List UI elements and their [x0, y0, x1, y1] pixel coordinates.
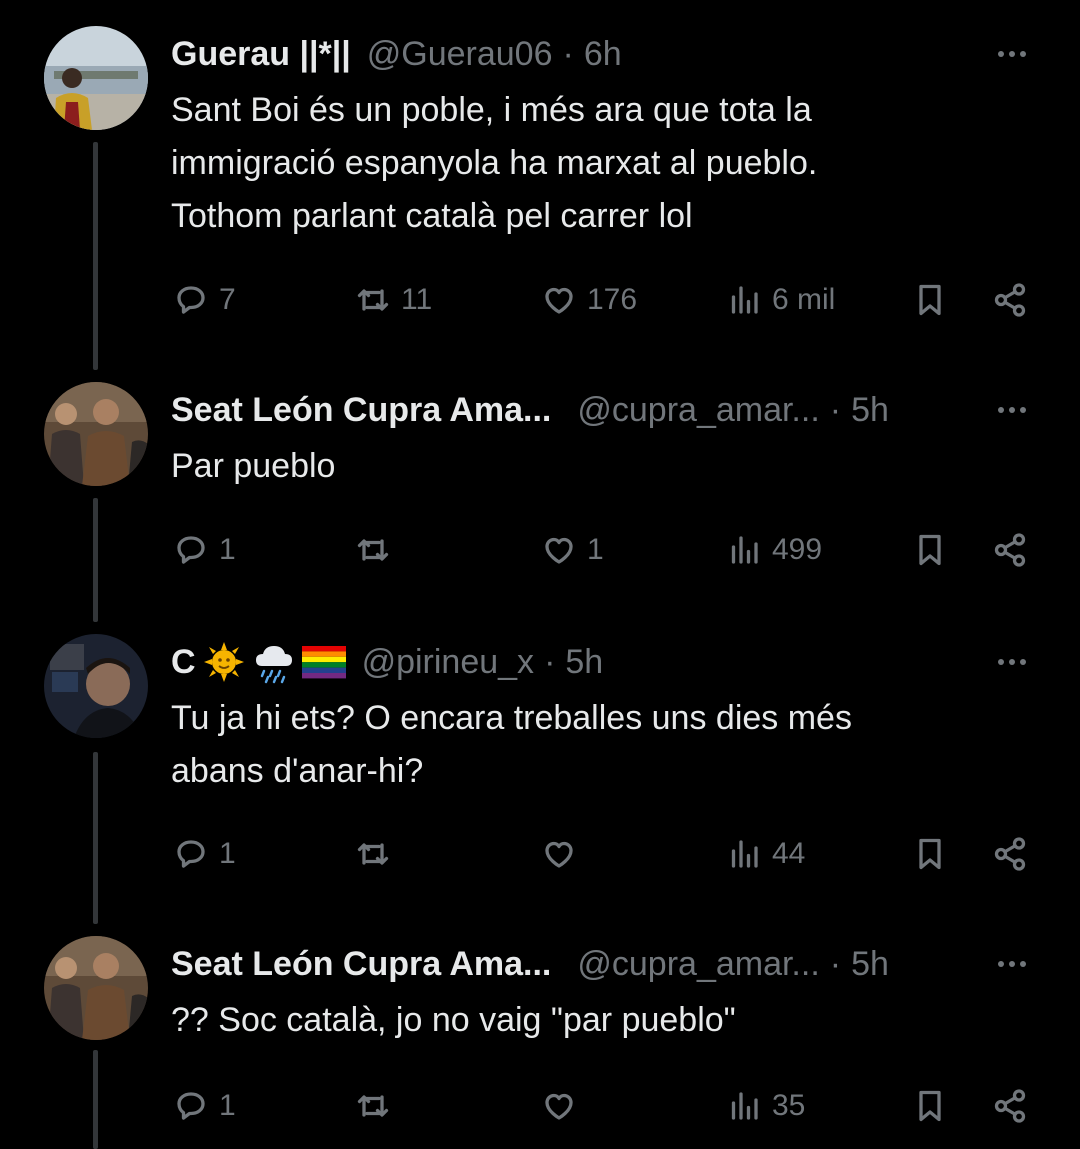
more-options-icon[interactable] — [990, 640, 1034, 684]
bookmark-icon — [919, 534, 941, 566]
bookmark-button[interactable] — [912, 1076, 948, 1136]
repost-button[interactable] — [355, 1076, 401, 1136]
repost-icon — [357, 539, 389, 561]
separator-dot: · — [829, 391, 842, 429]
views-button[interactable]: 35 — [726, 1076, 805, 1136]
action-bar: 7 11 176 6 mil — [0, 270, 1080, 330]
repost-count: 11 — [401, 283, 433, 316]
repost-icon — [357, 843, 389, 865]
tweet-text: Tu ja hi ets? O encara treballes uns die… — [171, 699, 852, 790]
like-button[interactable] — [541, 824, 587, 884]
display-name[interactable]: Seat León Cupra Ama... — [171, 944, 551, 984]
tweet-header: Seat León Cupra Ama... @cupra_amar... · … — [171, 936, 971, 992]
timestamp[interactable]: 5h — [565, 642, 603, 682]
thread-line — [93, 142, 98, 370]
repost-button[interactable] — [355, 520, 401, 580]
like-count: 176 — [587, 283, 638, 316]
views-button[interactable]: 499 — [726, 520, 822, 580]
heart-icon — [545, 1093, 573, 1120]
reply-count: 1 — [219, 533, 236, 566]
views-button[interactable]: 44 — [726, 824, 805, 884]
action-bar: 1 35 — [0, 1076, 1080, 1136]
view-count: 6 mil — [772, 283, 836, 316]
like-button[interactable] — [541, 1076, 587, 1136]
tweet-header: C @pirineu_x · 5h — [171, 634, 971, 690]
like-button[interactable]: 176 — [541, 270, 637, 330]
reply-count: 7 — [219, 283, 236, 316]
tweet-text: Par pueblo — [171, 447, 336, 485]
reply-button[interactable]: 1 — [173, 520, 236, 580]
share-icon — [994, 837, 1026, 871]
display-name[interactable]: C — [171, 642, 196, 682]
like-count: 1 — [587, 533, 604, 566]
display-name[interactable]: Guerau ||*|| — [171, 34, 351, 74]
analytics-icon — [731, 286, 758, 314]
heart-icon — [545, 841, 573, 868]
view-count: 35 — [772, 1089, 806, 1122]
more-options-icon[interactable] — [990, 942, 1034, 986]
repost-button[interactable] — [355, 824, 401, 884]
user-handle[interactable]: @cupra_amar... — [577, 944, 819, 984]
user-handle[interactable]: @pirineu_x — [362, 642, 535, 682]
repost-icon — [357, 289, 389, 311]
more-options-icon[interactable] — [990, 388, 1034, 432]
share-button[interactable] — [992, 1076, 1028, 1136]
timestamp[interactable]: 6h — [584, 34, 622, 74]
rainbow-flag-icon — [301, 646, 346, 679]
heart-icon — [545, 287, 573, 314]
avatar[interactable] — [44, 26, 148, 130]
bookmark-button[interactable] — [912, 270, 948, 330]
bookmark-icon — [919, 838, 941, 870]
tweet-text: Sant Boi és un poble, i més ara que tota… — [171, 91, 818, 235]
analytics-icon — [731, 840, 758, 868]
sun-with-face-icon — [203, 642, 244, 682]
share-icon — [994, 533, 1026, 567]
tweet-header: Seat León Cupra Ama... @cupra_amar... · … — [171, 382, 971, 438]
reply-count: 1 — [219, 1089, 236, 1122]
avatar[interactable] — [44, 382, 148, 486]
reply-icon — [177, 286, 205, 314]
analytics-icon — [731, 536, 758, 564]
view-count: 44 — [772, 837, 806, 870]
action-bar: 1 44 — [0, 824, 1080, 884]
views-button[interactable]: 6 mil — [726, 270, 835, 330]
tweet-text: ?? Soc català, jo no vaig "par pueblo" — [171, 1001, 736, 1039]
reply-button[interactable]: 7 — [173, 270, 236, 330]
heart-icon — [545, 537, 573, 564]
avatar[interactable] — [44, 936, 148, 1040]
bookmark-icon — [919, 284, 941, 316]
reply-button[interactable]: 1 — [173, 1076, 236, 1136]
like-button[interactable]: 1 — [541, 520, 604, 580]
view-count: 499 — [772, 533, 823, 566]
share-icon — [994, 1089, 1026, 1123]
bookmark-icon — [919, 1090, 941, 1122]
more-options-icon[interactable] — [990, 32, 1034, 76]
reply-count: 1 — [219, 837, 236, 870]
analytics-icon — [731, 1092, 758, 1120]
bookmark-button[interactable] — [912, 824, 948, 884]
reply-icon — [177, 536, 205, 564]
repost-icon — [357, 1095, 389, 1117]
action-bar: 1 1 499 — [0, 520, 1080, 580]
user-handle[interactable]: @cupra_amar... — [577, 390, 819, 430]
cloud-with-rain-icon — [255, 646, 292, 684]
timestamp[interactable]: 5h — [851, 390, 889, 430]
timestamp[interactable]: 5h — [851, 944, 889, 984]
reply-icon — [177, 840, 205, 868]
share-button[interactable] — [992, 520, 1028, 580]
separator-dot: · — [562, 35, 574, 73]
reply-icon — [177, 1092, 205, 1120]
bookmark-button[interactable] — [912, 520, 948, 580]
repost-button[interactable]: 11 — [355, 270, 432, 330]
share-button[interactable] — [992, 824, 1028, 884]
separator-dot: · — [544, 643, 556, 681]
separator-dot: · — [829, 945, 842, 983]
share-icon — [994, 283, 1026, 317]
user-handle[interactable]: @Guerau06 — [367, 34, 553, 74]
share-button[interactable] — [992, 270, 1028, 330]
tweet-header: Guerau ||*|| @Guerau06 · 6h — [171, 26, 971, 82]
display-name[interactable]: Seat León Cupra Ama... — [171, 390, 551, 430]
avatar[interactable] — [44, 634, 148, 738]
reply-button[interactable]: 1 — [173, 824, 236, 884]
